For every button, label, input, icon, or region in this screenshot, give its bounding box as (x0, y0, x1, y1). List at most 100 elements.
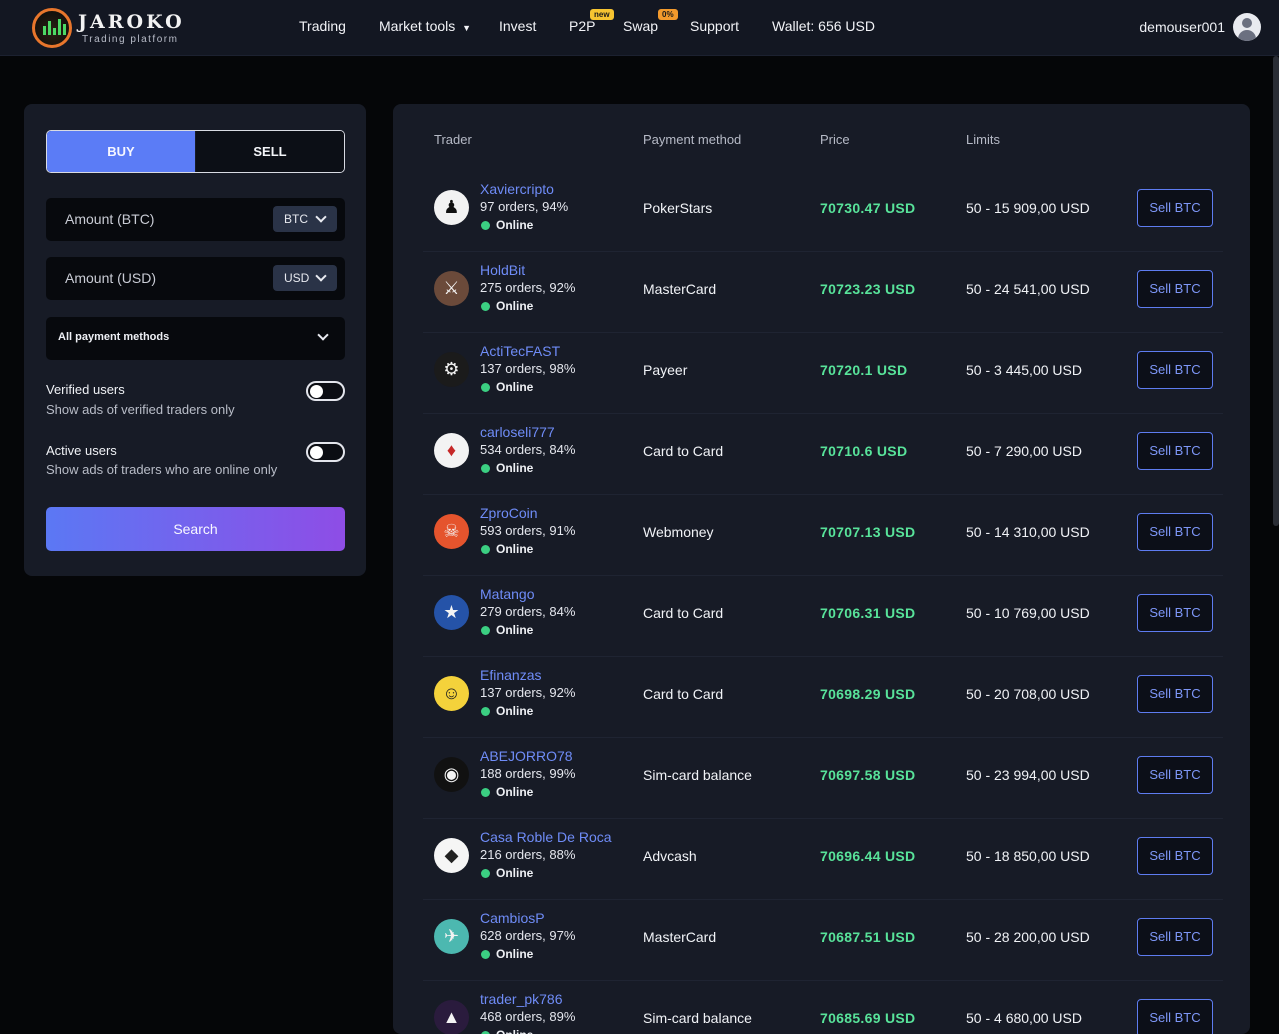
username[interactable]: demouser001 (1139, 19, 1225, 35)
trader-name[interactable]: CambiosP (480, 910, 545, 926)
price: 70720.1 USD (820, 362, 908, 378)
online-status-icon (481, 383, 490, 392)
btc-currency-value: BTC (284, 212, 308, 226)
active-users-toggle[interactable] (306, 442, 345, 462)
online-status: Online (496, 704, 534, 718)
chevron-down-icon (315, 211, 327, 223)
online-status: Online (496, 623, 534, 637)
payment-method: Advcash (643, 848, 697, 864)
price: 70730.47 USD (820, 200, 916, 216)
sell-btc-button[interactable]: Sell BTC (1137, 432, 1213, 470)
payment-method-select[interactable]: All payment methods (46, 317, 345, 360)
trader-name[interactable]: Matango (480, 586, 534, 602)
nav-market-tools[interactable]: Market tools ▼ (379, 18, 471, 34)
trader-name[interactable]: carloseli777 (480, 424, 555, 440)
sell-btc-button[interactable]: Sell BTC (1137, 351, 1213, 389)
ethereum-icon[interactable]: ◆ (434, 838, 469, 873)
sell-btc-button[interactable]: Sell BTC (1137, 594, 1213, 632)
page-scrollbar[interactable] (1273, 56, 1279, 526)
portrait-icon[interactable]: ☺ (434, 676, 469, 711)
online-status: Online (496, 785, 534, 799)
table-row: ✈ CambiosP 628 orders, 97% Online MasterCard… (423, 900, 1223, 981)
plane-icon[interactable]: ✈ (434, 919, 469, 954)
online-status: Online (496, 947, 534, 961)
verified-users-toggle[interactable] (306, 381, 345, 401)
new-badge: new (590, 9, 614, 20)
btc-currency-select[interactable]: BTC (273, 206, 337, 232)
table-row: ◉ ABEJORRO78 188 orders, 99% Online Sim-card… (423, 738, 1223, 819)
limits: 50 - 18 850,00 USD (966, 848, 1090, 864)
nav-trading[interactable]: Trading (299, 18, 346, 34)
sell-btc-button[interactable]: Sell BTC (1137, 513, 1213, 551)
price: 70697.58 USD (820, 767, 916, 783)
online-status: Online (496, 299, 534, 313)
header-price: Price (820, 132, 850, 147)
trader-name[interactable]: ActiTecFAST (480, 343, 560, 359)
dark-figure-icon[interactable]: ♟ (434, 190, 469, 225)
trader-orders: 137 orders, 92% (480, 685, 576, 700)
limits: 50 - 3 445,00 USD (966, 362, 1082, 378)
nav-p2p[interactable]: P2P (569, 18, 595, 34)
jaroko-logo[interactable]: JAROKO Trading platform (32, 8, 182, 50)
tab-buy[interactable]: BUY (47, 131, 195, 172)
skull-icon[interactable]: ☠ (434, 514, 469, 549)
amount-btc-field[interactable]: Amount (BTC) BTC (46, 198, 345, 241)
trader-name[interactable]: ZproCoin (480, 505, 538, 521)
online-status-icon (481, 302, 490, 311)
online-status-icon (481, 545, 490, 554)
user-avatar-icon[interactable] (1233, 13, 1261, 41)
trader-name[interactable]: ABEJORRO78 (480, 748, 573, 764)
trader-name[interactable]: trader_pk786 (480, 991, 563, 1007)
nav-wallet[interactable]: Wallet: 656 USD (772, 18, 875, 34)
limits: 50 - 10 769,00 USD (966, 605, 1090, 621)
trader-orders: 468 orders, 89% (480, 1009, 576, 1024)
table-row: ▲trader_pk786468 orders, 89%OnlineSim-ca… (423, 981, 1223, 1034)
price: 70723.23 USD (820, 281, 916, 297)
online-status: Online (496, 218, 534, 232)
amount-usd-field[interactable]: Amount (USD) USD (46, 257, 345, 300)
trader-orders: 97 orders, 94% (480, 199, 569, 214)
table-row: ◆ Casa Roble De Roca 216 orders, 88% Online… (423, 819, 1223, 900)
sell-btc-button[interactable]: Sell BTC (1137, 189, 1213, 227)
online-status-icon (481, 626, 490, 635)
sell-btc-button[interactable]: Sell BTC (1137, 270, 1213, 308)
trader-name[interactable]: Xaviercripto (480, 181, 554, 197)
sell-btc-button[interactable]: Sell BTC (1137, 837, 1213, 875)
online-status-icon (481, 869, 490, 878)
sell-btc-button[interactable]: Sell BTC (1137, 999, 1213, 1034)
trader-name[interactable]: HoldBit (480, 262, 525, 278)
masked-hero-icon[interactable]: ♦ (434, 433, 469, 468)
trader-name[interactable]: Efinanzas (480, 667, 541, 683)
robot-icon[interactable]: ⚙ (434, 352, 469, 387)
payment-method: MasterCard (643, 929, 717, 945)
trader-orders: 279 orders, 84% (480, 604, 576, 619)
nav-swap[interactable]: Swap (623, 18, 658, 34)
warrior-icon[interactable]: ⚔ (434, 271, 469, 306)
helmet-icon[interactable]: ◉ (434, 757, 469, 792)
nav-support[interactable]: Support (690, 18, 739, 34)
payment-method: Card to Card (643, 686, 724, 702)
limits: 50 - 23 994,00 USD (966, 767, 1090, 783)
limits: 50 - 24 541,00 USD (966, 281, 1090, 297)
limits: 50 - 7 290,00 USD (966, 443, 1082, 459)
search-button[interactable]: Search (46, 507, 345, 551)
nav-invest[interactable]: Invest (499, 18, 536, 34)
hood-icon[interactable]: ▲ (434, 1000, 469, 1034)
chevron-down-icon (317, 329, 329, 341)
header-trader: Trader (434, 132, 472, 147)
trader-name[interactable]: Casa Roble De Roca (480, 829, 612, 845)
sell-btc-button[interactable]: Sell BTC (1137, 918, 1213, 956)
online-status: Online (496, 461, 534, 475)
tab-sell[interactable]: SELL (196, 131, 344, 172)
payment-method: Sim-card balance (643, 767, 752, 783)
price: 70696.44 USD (820, 848, 916, 864)
online-status-icon (481, 707, 490, 716)
logo-chart-icon (32, 8, 72, 48)
online-status-icon (481, 464, 490, 473)
verified-users-desc: Show ads of verified traders only (46, 402, 235, 417)
sell-btc-button[interactable]: Sell BTC (1137, 756, 1213, 794)
trooper-icon[interactable]: ★ (434, 595, 469, 630)
trader-orders: 275 orders, 92% (480, 280, 576, 295)
usd-currency-select[interactable]: USD (273, 265, 337, 291)
sell-btc-button[interactable]: Sell BTC (1137, 675, 1213, 713)
